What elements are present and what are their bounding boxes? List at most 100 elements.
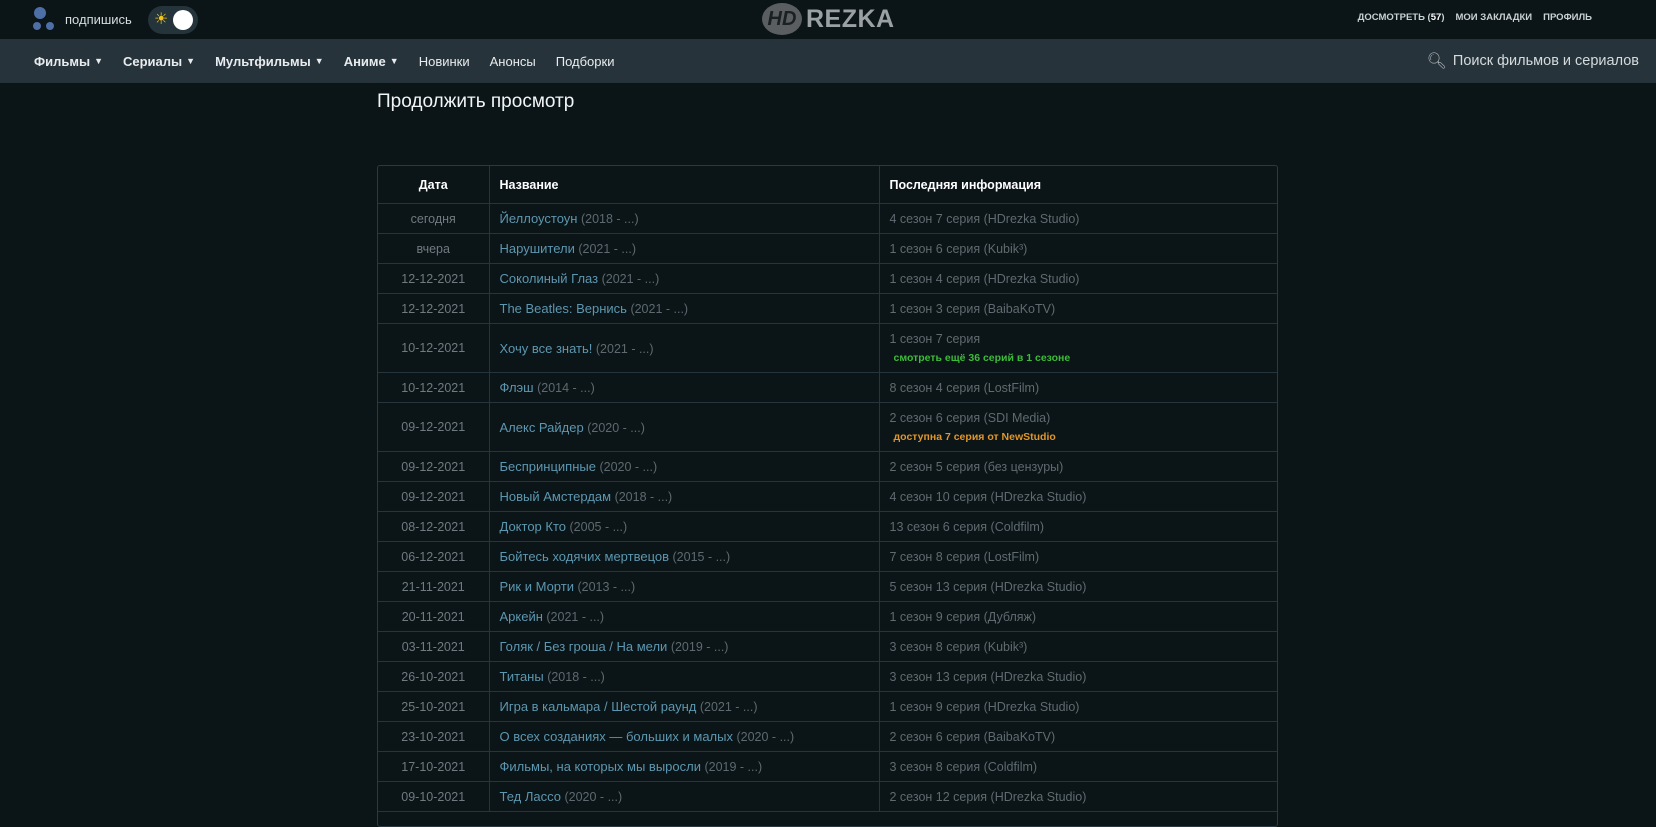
row-title-cell: Аркейн (2021 - ...): [489, 601, 880, 632]
row-title-cell: Бойтесь ходячих мертвецов (2015 - ...): [489, 541, 880, 572]
row-date: 03-11-2021: [378, 631, 490, 662]
row-date: 09-12-2021: [378, 402, 490, 452]
row-note[interactable]: доступна 7 серия от NewStudio: [894, 431, 1268, 443]
row-info: 1 сезон 4 серия (HDrezka Studio): [889, 271, 1080, 286]
bookmarks-link[interactable]: МОИ ЗАКЛАДКИ: [1455, 12, 1532, 23]
row-title-link[interactable]: Аркейн: [500, 609, 543, 624]
row-title-link[interactable]: Рик и Морти: [500, 579, 574, 594]
continue-watching-label: ДОСМОТРЕТЬ: [1357, 12, 1425, 23]
row-info: 7 сезон 8 серия (LostFilm): [889, 549, 1040, 564]
row-title-cell: Флэш (2014 - ...): [489, 372, 880, 403]
nav-new[interactable]: Новинки: [419, 54, 470, 69]
row-title-link[interactable]: Хочу все знать!: [500, 341, 593, 356]
table-row: 21-11-2021 Рик и Морти (2013 - ...) 5 сезо…: [378, 571, 1277, 602]
row-title-cell: О всех созданиях — больших и малых (2020…: [489, 721, 880, 752]
row-year: (2018 - ...): [547, 670, 605, 684]
sun-icon: ☀: [154, 11, 169, 28]
subscribe-button[interactable]: подпишись: [33, 6, 132, 32]
row-info: 4 сезон 10 серия (HDrezka Studio): [889, 489, 1087, 504]
table-row: 10-12-2021 Флэш (2014 - ...) 8 сезон 4 сер…: [378, 372, 1277, 403]
col-info-header: Последняя информация: [879, 166, 1277, 204]
site-logo[interactable]: HD REZKA: [762, 2, 895, 36]
row-date: 10-12-2021: [378, 372, 490, 403]
row-title-link[interactable]: Бойтесь ходячих мертвецов: [500, 549, 670, 564]
row-date: 10-12-2021: [378, 323, 490, 373]
row-year: (2015 - ...): [672, 550, 731, 564]
table-row: 09-10-2021 Тед Лассо (2020 - ...) 2 сезон …: [378, 781, 1277, 812]
row-title-link[interactable]: Новый Амстердам: [500, 489, 612, 504]
row-info: 1 сезон 3 серия (BaibaKoTV): [889, 301, 1056, 316]
row-year: (2021 - ...): [578, 242, 637, 256]
row-title-link[interactable]: Флэш: [500, 380, 534, 395]
row-info: 3 сезон 13 серия (HDrezka Studio): [889, 669, 1087, 684]
row-year: (2021 - ...): [546, 610, 605, 624]
table-row: 08-12-2021 Доктор Кто (2005 - ...) 13 сезо…: [378, 511, 1277, 542]
table-row: 10-12-2021 Хочу все знать! (2021 - ...) 1 …: [378, 323, 1277, 373]
row-title-cell: Фильмы, на которых мы выросли (2019 - ..…: [489, 751, 880, 782]
row-title-link[interactable]: Голяк / Без гроша / На мели: [500, 639, 668, 654]
table-row: сегодня Йеллоустоун (2018 - ...) 4 сезон 7…: [378, 203, 1277, 234]
row-info: 5 сезон 13 серия (HDrezka Studio): [889, 579, 1087, 594]
nav-anime[interactable]: Аниме ▼: [344, 54, 399, 69]
theme-toggle[interactable]: ☀: [148, 6, 198, 34]
nav-films[interactable]: Фильмы ▼: [34, 54, 103, 69]
row-title-cell: Соколиный Глаз (2021 - ...): [489, 263, 880, 294]
row-title-link[interactable]: Фильмы, на которых мы выросли: [500, 759, 701, 774]
row-info-cell: 1 сезон 6 серия (Kubik³): [879, 233, 1277, 264]
row-info-cell: 1 сезон 4 серия (HDrezka Studio): [879, 263, 1277, 294]
row-info-cell: 2 сезон 5 серия (без цензуры): [879, 451, 1277, 482]
row-year: (2014 - ...): [537, 381, 595, 395]
row-title-link[interactable]: Беспринципные: [500, 459, 596, 474]
row-info-cell: 2 сезон 6 серия (SDI Media) доступна 7 се…: [879, 402, 1277, 452]
nav-series[interactable]: Сериалы ▼: [123, 54, 195, 69]
table-row: 06-12-2021 Бойтесь ходячих мертвецов (201…: [378, 541, 1277, 572]
table-row: 12-12-2021 The Beatles: Вернись (2021 - .…: [378, 293, 1277, 324]
row-title-cell: Доктор Кто (2005 - ...): [489, 511, 880, 542]
search-field[interactable]: 🔍︎ Поиск фильмов и сериалов: [1427, 39, 1639, 83]
row-info: 2 сезон 6 серия (SDI Media): [889, 411, 1051, 425]
toggle-knob: [173, 10, 193, 30]
top-bar: подпишись ☀ HD REZKA ДОСМОТРЕТЬ (57) МОИ…: [0, 0, 1656, 38]
nav-anime-label: Аниме: [343, 53, 386, 69]
continue-watching-link[interactable]: ДОСМОТРЕТЬ (57): [1358, 12, 1445, 23]
row-title-link[interactable]: Доктор Кто: [500, 519, 567, 534]
row-title-link[interactable]: Нарушители: [500, 241, 575, 256]
row-year: (2021 - ...): [699, 700, 758, 714]
row-year: (2019 - ...): [704, 760, 763, 774]
table-row: 25-10-2021 Игра в кальмара / Шестой раунд…: [378, 691, 1277, 722]
row-title-link[interactable]: Йеллоустоун: [500, 211, 578, 226]
table-row: 12-12-2021 Соколиный Глаз (2021 - ...) 1 с…: [378, 263, 1277, 294]
row-title-cell: Голяк / Без гроша / На мели (2019 - ...): [489, 631, 880, 662]
nav-series-label: Сериалы: [122, 53, 183, 69]
search-icon: 🔍︎: [1426, 53, 1447, 70]
row-info: 3 сезон 8 серия (Kubik³): [889, 639, 1028, 654]
row-title-link[interactable]: Титаны: [500, 669, 544, 684]
row-date: 26-10-2021: [378, 661, 490, 692]
row-title-cell: Игра в кальмара / Шестой раунд (2021 - .…: [489, 691, 880, 722]
row-info-cell: 3 сезон 13 серия (HDrezka Studio): [879, 661, 1277, 692]
row-title-link[interactable]: Алекс Райдер: [500, 420, 584, 435]
chevron-down-icon: ▼: [314, 56, 324, 66]
row-title-link[interactable]: О всех созданиях — больших и малых: [500, 729, 734, 744]
row-info: 2 сезон 5 серия (без цензуры): [889, 459, 1064, 474]
table-row: вчера Нарушители (2021 - ...) 1 сезон 6 се…: [378, 233, 1277, 264]
row-title-link[interactable]: Тед Лассо: [500, 789, 562, 804]
row-year: (2018 - ...): [580, 212, 639, 226]
row-info: 2 сезон 6 серия (BaibaKoTV): [889, 729, 1056, 744]
watch-history-table: Дата Название Последняя информация сегод…: [377, 165, 1278, 827]
row-info-cell: 1 сезон 7 серия смотреть ещё 36 серий в 1…: [879, 323, 1277, 373]
row-title-link[interactable]: The Beatles: Вернись: [500, 301, 627, 316]
top-links: ДОСМОТРЕТЬ (57) МОИ ЗАКЛАДКИ ПРОФИЛЬ: [1358, 12, 1592, 23]
row-title-link[interactable]: Соколиный Глаз: [500, 271, 599, 286]
row-title-link[interactable]: Игра в кальмара / Шестой раунд: [500, 699, 697, 714]
nav-bar: Фильмы ▼ Сериалы ▼ Мультфильмы ▼ Аниме ▼ Нов…: [0, 39, 1656, 83]
nav-announcements[interactable]: Анонсы: [490, 54, 536, 69]
profile-link[interactable]: ПРОФИЛЬ: [1543, 12, 1592, 23]
table-row: 09-12-2021 Беспринципные (2020 - ...) 2 се…: [378, 451, 1277, 482]
table-row: 09-12-2021 Новый Амстердам (2018 - ...) 4 …: [378, 481, 1277, 512]
row-note[interactable]: смотреть ещё 36 серий в 1 сезоне: [894, 352, 1268, 364]
nav-cartoons[interactable]: Мультфильмы ▼: [215, 54, 324, 69]
nav-collections[interactable]: Подборки: [556, 54, 615, 69]
row-title-cell: Хочу все знать! (2021 - ...): [489, 323, 880, 373]
row-info: 8 сезон 4 серия (LostFilm): [889, 380, 1040, 395]
